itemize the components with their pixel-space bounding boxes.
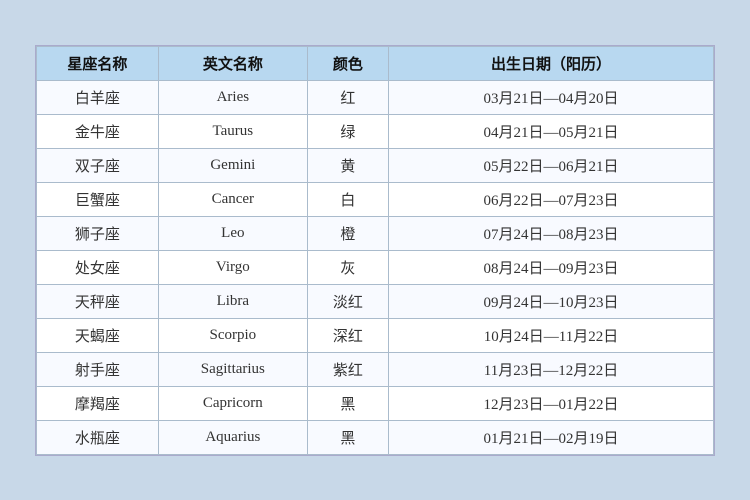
cell-zh: 摩羯座: [37, 386, 159, 420]
cell-date: 10月24日—11月22日: [389, 318, 714, 352]
header-zh: 星座名称: [37, 46, 159, 80]
cell-zh: 天蝎座: [37, 318, 159, 352]
table-row: 巨蟹座Cancer白06月22日—07月23日: [37, 182, 714, 216]
cell-en: Capricorn: [158, 386, 307, 420]
cell-en: Virgo: [158, 250, 307, 284]
cell-color: 绿: [307, 114, 388, 148]
zodiac-table-container: 星座名称 英文名称 颜色 出生日期（阳历） 白羊座Aries红03月21日—04…: [35, 45, 715, 456]
cell-date: 11月23日—12月22日: [389, 352, 714, 386]
cell-date: 07月24日—08月23日: [389, 216, 714, 250]
cell-zh: 双子座: [37, 148, 159, 182]
cell-en: Sagittarius: [158, 352, 307, 386]
cell-date: 03月21日—04月20日: [389, 80, 714, 114]
cell-en: Taurus: [158, 114, 307, 148]
table-row: 处女座Virgo灰08月24日—09月23日: [37, 250, 714, 284]
header-color: 颜色: [307, 46, 388, 80]
cell-en: Leo: [158, 216, 307, 250]
cell-en: Gemini: [158, 148, 307, 182]
cell-color: 灰: [307, 250, 388, 284]
cell-zh: 处女座: [37, 250, 159, 284]
cell-color: 黑: [307, 386, 388, 420]
table-row: 天蝎座Scorpio深红10月24日—11月22日: [37, 318, 714, 352]
cell-date: 01月21日—02月19日: [389, 420, 714, 454]
cell-date: 04月21日—05月21日: [389, 114, 714, 148]
cell-color: 深红: [307, 318, 388, 352]
cell-color: 黄: [307, 148, 388, 182]
cell-zh: 天秤座: [37, 284, 159, 318]
table-row: 射手座Sagittarius紫红11月23日—12月22日: [37, 352, 714, 386]
cell-zh: 水瓶座: [37, 420, 159, 454]
cell-en: Libra: [158, 284, 307, 318]
cell-zh: 射手座: [37, 352, 159, 386]
cell-color: 黑: [307, 420, 388, 454]
cell-en: Scorpio: [158, 318, 307, 352]
cell-color: 红: [307, 80, 388, 114]
cell-color: 淡红: [307, 284, 388, 318]
table-row: 天秤座Libra淡红09月24日—10月23日: [37, 284, 714, 318]
cell-date: 08月24日—09月23日: [389, 250, 714, 284]
cell-en: Aquarius: [158, 420, 307, 454]
cell-date: 05月22日—06月21日: [389, 148, 714, 182]
cell-color: 橙: [307, 216, 388, 250]
zodiac-table: 星座名称 英文名称 颜色 出生日期（阳历） 白羊座Aries红03月21日—04…: [36, 46, 714, 455]
cell-color: 紫红: [307, 352, 388, 386]
table-row: 狮子座Leo橙07月24日—08月23日: [37, 216, 714, 250]
cell-en: Aries: [158, 80, 307, 114]
table-row: 摩羯座Capricorn黑12月23日—01月22日: [37, 386, 714, 420]
cell-zh: 狮子座: [37, 216, 159, 250]
table-row: 水瓶座Aquarius黑01月21日—02月19日: [37, 420, 714, 454]
cell-date: 12月23日—01月22日: [389, 386, 714, 420]
cell-en: Cancer: [158, 182, 307, 216]
cell-zh: 巨蟹座: [37, 182, 159, 216]
header-date: 出生日期（阳历）: [389, 46, 714, 80]
table-header-row: 星座名称 英文名称 颜色 出生日期（阳历）: [37, 46, 714, 80]
header-en: 英文名称: [158, 46, 307, 80]
table-row: 金牛座Taurus绿04月21日—05月21日: [37, 114, 714, 148]
cell-zh: 金牛座: [37, 114, 159, 148]
table-row: 白羊座Aries红03月21日—04月20日: [37, 80, 714, 114]
cell-color: 白: [307, 182, 388, 216]
cell-date: 09月24日—10月23日: [389, 284, 714, 318]
cell-date: 06月22日—07月23日: [389, 182, 714, 216]
cell-zh: 白羊座: [37, 80, 159, 114]
table-row: 双子座Gemini黄05月22日—06月21日: [37, 148, 714, 182]
